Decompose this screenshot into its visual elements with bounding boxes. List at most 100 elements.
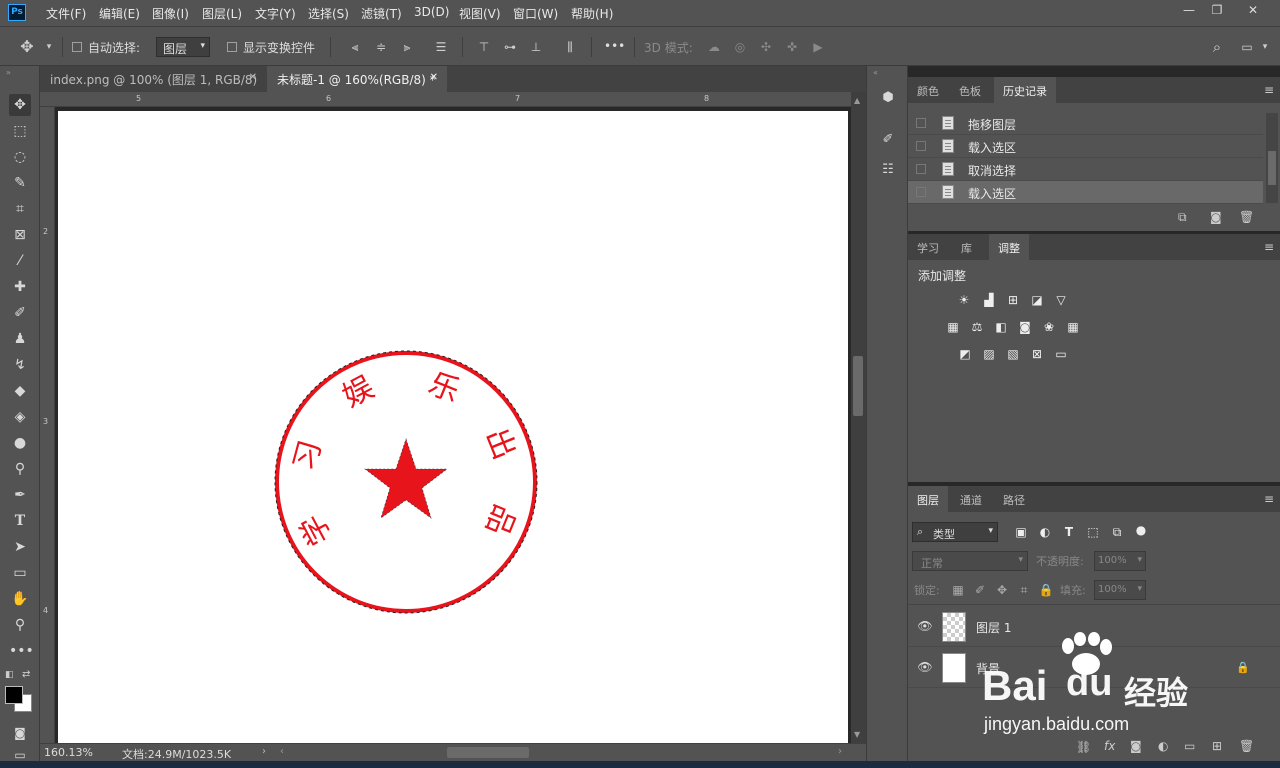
properties-icon[interactable]: ☷ — [878, 160, 898, 180]
selective-color-icon[interactable]: ⊠ — [1029, 347, 1045, 361]
close-tab-icon[interactable]: ✕ — [430, 72, 438, 83]
workspace-chevron-icon[interactable]: ▾ — [1258, 40, 1272, 54]
align-right-icon[interactable]: ⫸ — [400, 40, 414, 54]
channel-mixer-icon[interactable]: ❀ — [1041, 320, 1057, 334]
marquee-tool-button[interactable]: ⬚ — [9, 120, 31, 142]
menu-3d[interactable]: 3D(D) — [414, 5, 449, 19]
stamp-tool-button[interactable]: ♟ — [9, 328, 31, 350]
layer-filter-dropdown[interactable]: ⌕ 类型 ▾ — [912, 522, 998, 542]
eraser-tool-button[interactable]: ◆ — [9, 380, 31, 402]
distribute-icon[interactable]: ☰ — [434, 40, 448, 54]
more-tools-button[interactable]: ••• — [9, 640, 34, 662]
tab-channels[interactable]: 通道 — [951, 486, 991, 512]
canvas-area[interactable]: 习 娱 乐 出 品 学 — [55, 107, 851, 743]
menu-type[interactable]: 文字(Y) — [255, 5, 296, 22]
history-item[interactable]: 拖移图层 — [908, 112, 1263, 135]
zoom-level[interactable]: 160.13% — [44, 746, 93, 759]
rectangle-tool-button[interactable]: ▭ — [9, 562, 31, 584]
search-icon[interactable]: ⌕ — [1210, 40, 1224, 55]
swap-colors-icon[interactable]: ⇄ — [22, 669, 30, 680]
collapse-arrows-icon[interactable]: « — [873, 68, 878, 77]
visibility-eye-icon[interactable]: 👁 — [917, 660, 933, 674]
auto-select-dropdown[interactable]: 图层 ▾ — [156, 37, 210, 57]
vibrance-icon[interactable]: ▽ — [1053, 293, 1069, 307]
history-source-checkbox[interactable] — [916, 141, 926, 151]
menu-edit[interactable]: 编辑(E) — [99, 5, 140, 22]
auto-select-checkbox[interactable] — [72, 42, 82, 52]
default-colors-icon[interactable]: ◧ — [5, 670, 14, 680]
dodge-tool-button[interactable]: ⚲ — [9, 458, 31, 480]
foreground-color-swatch[interactable] — [5, 686, 23, 704]
align-center-icon[interactable]: ≑ — [374, 40, 388, 54]
brush-tool-button[interactable]: ✐ — [9, 302, 31, 324]
scroll-down-icon[interactable]: ▼ — [854, 730, 860, 739]
minimize-button[interactable]: — — [1177, 3, 1201, 21]
3d-slide-icon[interactable]: ✜ — [785, 40, 799, 54]
history-item[interactable]: 取消选择 — [908, 158, 1263, 181]
panel-menu-icon[interactable]: ≡ — [1264, 240, 1274, 254]
blend-mode-dropdown[interactable]: 正常 ▾ — [912, 551, 1028, 571]
tab-color[interactable]: 颜色 — [908, 77, 948, 103]
new-document-from-state-icon[interactable]: ⧉ — [1178, 210, 1187, 225]
history-source-checkbox[interactable] — [916, 164, 926, 174]
fill-field[interactable]: 100% ▾ — [1094, 580, 1146, 600]
eyedropper-tool-button[interactable]: ⁄ — [9, 250, 31, 272]
3d-orbit-icon[interactable]: ☁ — [707, 40, 721, 54]
brush-settings-icon[interactable]: ✐ — [878, 130, 898, 150]
frame-tool-button[interactable]: ⊠ — [9, 224, 31, 246]
type-tool-button[interactable]: T — [9, 510, 31, 532]
new-group-icon[interactable]: ▭ — [1184, 739, 1195, 753]
tab-adjustments[interactable]: 调整 — [989, 234, 1029, 260]
visibility-eye-icon[interactable]: 👁 — [917, 619, 933, 633]
exposure-icon[interactable]: ◪ — [1029, 293, 1045, 307]
align-top-icon[interactable]: ⊤ — [477, 40, 491, 54]
lock-position-icon[interactable]: ✥ — [994, 583, 1010, 597]
zoom-tool-button[interactable]: ⚲ — [9, 614, 31, 636]
3d-pan-icon[interactable]: ✣ — [759, 40, 773, 54]
close-window-button[interactable]: ✕ — [1241, 3, 1265, 21]
gradient-map-icon[interactable]: ▭ — [1053, 347, 1069, 361]
crop-tool-button[interactable]: ⌗ — [9, 198, 31, 220]
align-bottom-icon[interactable]: ⊥ — [529, 40, 543, 54]
panel-menu-icon[interactable]: ≡ — [1264, 492, 1274, 506]
scroll-up-icon[interactable]: ▲ — [854, 96, 860, 105]
document-canvas[interactable]: 习 娱 乐 出 品 学 — [58, 111, 848, 743]
tab-libraries[interactable]: 库 — [952, 234, 981, 260]
layer-row[interactable]: 👁 图层 1 — [908, 607, 1280, 647]
horizontal-scroll-thumb[interactable] — [447, 747, 529, 758]
3d-camera-icon[interactable]: ▶ — [811, 40, 825, 54]
move-tool-icon[interactable]: ✥ — [20, 39, 34, 55]
show-transform-checkbox[interactable] — [227, 42, 237, 52]
3d-roll-icon[interactable]: ◎ — [733, 40, 747, 54]
black-white-icon[interactable]: ◧ — [993, 320, 1009, 334]
new-layer-icon[interactable]: ⊞ — [1212, 739, 1222, 753]
link-layers-icon[interactable]: ⛓ — [1076, 740, 1091, 754]
menu-filter[interactable]: 滤镜(T) — [361, 5, 402, 22]
adjustment-filter-icon[interactable]: ◐ — [1037, 525, 1053, 539]
delete-icon[interactable]: 🗑 — [1239, 210, 1254, 224]
tab-history[interactable]: 历史记录 — [994, 77, 1056, 103]
type-filter-icon[interactable]: T — [1061, 525, 1077, 539]
pixel-filter-icon[interactable]: ▣ — [1013, 525, 1029, 539]
tab-untitled-1[interactable]: 未标题-1 @ 160%(RGB/8) * ✕ — [267, 66, 447, 92]
quick-select-tool-button[interactable]: ✎ — [9, 172, 31, 194]
3d-panel-icon[interactable]: ⬢ — [878, 88, 898, 108]
menu-window[interactable]: 窗口(W) — [513, 5, 558, 22]
layer-row[interactable]: 👁 背景 🔒 — [908, 648, 1280, 688]
tab-learn[interactable]: 学习 — [908, 234, 948, 260]
distribute-vertical-icon[interactable]: ⫼ — [563, 40, 577, 54]
workspace-icon[interactable]: ▭ — [1240, 40, 1254, 54]
curves-icon[interactable]: ⊞ — [1005, 293, 1021, 307]
menu-layer[interactable]: 图层(L) — [202, 5, 242, 22]
photo-filter-icon[interactable]: ◙ — [1017, 320, 1033, 334]
vertical-scroll-thumb[interactable] — [853, 356, 863, 416]
posterize-icon[interactable]: ▨ — [981, 347, 997, 361]
tab-swatches[interactable]: 色板 — [950, 77, 990, 103]
smart-object-filter-icon[interactable]: ⧉ — [1109, 525, 1125, 539]
filter-toggle-icon[interactable]: ● — [1133, 523, 1149, 537]
move-tool-button[interactable]: ✥ — [9, 94, 31, 116]
menu-help[interactable]: 帮助(H) — [571, 5, 613, 22]
collapse-arrows-icon[interactable]: » — [6, 68, 11, 77]
invert-icon[interactable]: ◩ — [957, 347, 973, 361]
paint-bucket-tool-button[interactable]: ◈ — [9, 406, 31, 428]
